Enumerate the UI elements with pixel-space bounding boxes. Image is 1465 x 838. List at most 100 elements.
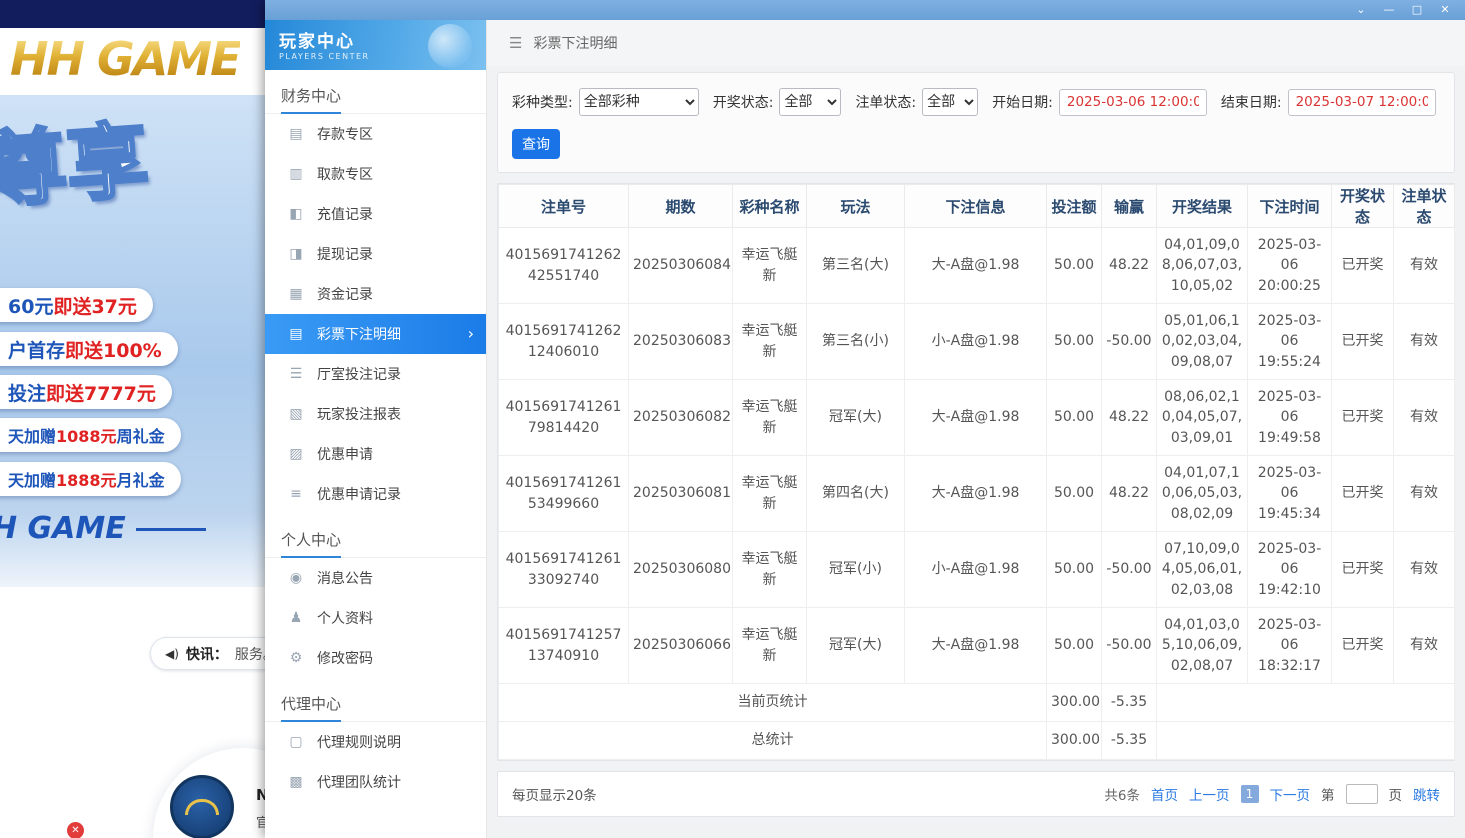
- sidebar-item-withdraw[interactable]: ▥ 取款专区: [265, 154, 486, 194]
- cell-bet-info: 小-A盘@1.98: [905, 532, 1047, 608]
- sidebar-item-deposit[interactable]: ▤ 存款专区: [265, 114, 486, 154]
- table-row: 401569174125713740910 20250306066 幸运飞艇新 …: [499, 608, 1455, 684]
- end-date-input[interactable]: [1288, 89, 1436, 116]
- team-logo: [170, 775, 234, 838]
- sidebar-item-label: 提现记录: [317, 244, 373, 264]
- sidebar-item-promo-apply[interactable]: ▨ 优惠申请: [265, 434, 486, 474]
- cell-order-status: 有效: [1394, 228, 1455, 304]
- maximize-button[interactable]: □: [1403, 1, 1431, 19]
- cell-win-loss: -50.00: [1102, 532, 1157, 608]
- total-count: 共6条: [1104, 784, 1140, 804]
- pill-highlight: 即送37元: [53, 292, 136, 319]
- cell-order-no: 401569174126212406010: [499, 304, 629, 380]
- first-page-link[interactable]: 首页: [1151, 784, 1178, 804]
- cell-result: 04,01,07,10,06,05,03,08,02,09: [1157, 456, 1248, 532]
- password-icon: ⚙: [287, 650, 305, 666]
- col-period: 期数: [629, 185, 733, 228]
- cell-amount: 50.00: [1047, 228, 1102, 304]
- main-content: ☰ 彩票下注明细 彩种类型: 全部彩种 开奖状态: 全部 注单状态:: [487, 20, 1465, 838]
- profile-icon: ♟: [287, 610, 305, 626]
- window-titlebar: ⌄ — □ ✕: [265, 0, 1465, 20]
- sidebar-item-promo-apply-records[interactable]: ≡ 优惠申请记录: [265, 474, 486, 514]
- sidebar-item-label: 厅室投注记录: [317, 364, 401, 384]
- promo-pill-bet-bonus[interactable]: 投注 即送7777元: [0, 375, 172, 409]
- minimize-button[interactable]: —: [1375, 1, 1403, 19]
- cell-bet-info: 大-A盘@1.98: [905, 228, 1047, 304]
- col-amount: 投注额: [1047, 185, 1102, 228]
- pill-text: 天加赠: [8, 423, 56, 447]
- start-date-input[interactable]: [1059, 89, 1207, 116]
- sidebar-item-label: 代理团队统计: [317, 772, 401, 792]
- sidebar-item-agent-team-stats[interactable]: ▩ 代理团队统计: [265, 762, 486, 802]
- cell-draw-status: 已开奖: [1332, 456, 1394, 532]
- next-page-link[interactable]: 下一页: [1270, 784, 1311, 804]
- promo-pill-deposit-bonus[interactable]: 60元 即送37元: [0, 288, 153, 322]
- sidebar-item-change-password[interactable]: ⚙ 修改密码: [265, 638, 486, 678]
- promo-pill-weekly-gift[interactable]: 天加赠1088元周礼金: [0, 418, 181, 452]
- promo-pill-monthly-gift[interactable]: 天加赠1888元月礼金: [0, 462, 181, 496]
- order-status-select[interactable]: 全部: [922, 88, 978, 116]
- cell-period: 20250306082: [629, 380, 733, 456]
- close-button[interactable]: ✕: [1431, 1, 1459, 19]
- sidebar-item-recharge-records[interactable]: ◧ 充值记录: [265, 194, 486, 234]
- sidebar-item-funds-records[interactable]: ▦ 资金记录: [265, 274, 486, 314]
- pill-suffix: 周礼金: [117, 423, 165, 447]
- col-order-status: 注单状态: [1394, 185, 1455, 228]
- cell-order-status: 有效: [1394, 608, 1455, 684]
- cell-draw-status: 已开奖: [1332, 608, 1394, 684]
- sidebar-item-hall-bet-records[interactable]: ☰ 厅室投注记录: [265, 354, 486, 394]
- lottery-type-select[interactable]: 全部彩种: [579, 88, 699, 116]
- page-size-text: 每页显示20条: [512, 784, 597, 804]
- cell-period: 20250306066: [629, 608, 733, 684]
- cell-draw-status: 已开奖: [1332, 532, 1394, 608]
- page-summary-row: 当前页统计 300.00 -5.35: [499, 684, 1455, 722]
- screen: HH GAME 尊享 60元 即送37元 户首存 即送100% 投注 即送777…: [0, 0, 1465, 838]
- sidebar-item-player-bet-report[interactable]: ▧ 玩家投注报表: [265, 394, 486, 434]
- cell-win-loss: 48.22: [1102, 228, 1157, 304]
- cell-win-loss: -50.00: [1102, 608, 1157, 684]
- col-play: 玩法: [807, 185, 905, 228]
- pill-suffix: 月礼金: [117, 467, 165, 491]
- prev-page-link[interactable]: 上一页: [1189, 784, 1230, 804]
- recharge-records-icon: ◧: [287, 206, 305, 222]
- cell-time: 2025-03-06 19:49:58: [1248, 380, 1332, 456]
- cell-time: 2025-03-06 19:55:24: [1248, 304, 1332, 380]
- page-header: ☰ 彩票下注明细: [487, 20, 1465, 66]
- jump-button[interactable]: 跳转: [1413, 784, 1440, 804]
- cell-lottery: 幸运飞艇新: [733, 304, 807, 380]
- sidebar-item-announcements[interactable]: ◉ 消息公告: [265, 558, 486, 598]
- sidebar-item-withdrawal-records[interactable]: ◨ 提现记录: [265, 234, 486, 274]
- col-bet-info: 下注信息: [905, 185, 1047, 228]
- col-result: 开奖结果: [1157, 185, 1248, 228]
- sidebar-item-lottery-bet-details[interactable]: ▤ 彩票下注明细 ›: [265, 314, 486, 354]
- sidebar-item-label: 存款专区: [317, 124, 373, 144]
- cell-period: 20250306083: [629, 304, 733, 380]
- close-banner-icon[interactable]: ✕: [67, 822, 84, 838]
- chevron-down-icon[interactable]: ⌄: [1347, 1, 1375, 19]
- promo-pill-first-deposit[interactable]: 户首存 即送100%: [0, 332, 178, 366]
- cell-result: 08,06,02,10,04,05,07,03,09,01: [1157, 380, 1248, 456]
- cell-order-no: 401569174125713740910: [499, 608, 629, 684]
- cell-amount: 50.00: [1047, 532, 1102, 608]
- section-title-agent: 代理中心: [265, 684, 486, 722]
- jump-page-input[interactable]: [1346, 784, 1378, 804]
- draw-status-select[interactable]: 全部: [779, 88, 841, 116]
- hamburger-menu-icon[interactable]: ☰: [509, 34, 522, 52]
- search-button[interactable]: 查询: [512, 129, 560, 159]
- deposit-icon: ▤: [287, 126, 305, 142]
- lottery-type-label: 彩种类型:: [512, 92, 573, 112]
- funds-records-icon: ▦: [287, 286, 305, 302]
- sidebar-item-agent-rules[interactable]: ▢ 代理规则说明: [265, 722, 486, 762]
- cell-amount: 50.00: [1047, 380, 1102, 456]
- withdrawal-records-icon: ◨: [287, 246, 305, 262]
- cell-amount: 50.00: [1047, 456, 1102, 532]
- bet-report-icon: ▧: [287, 406, 305, 422]
- cell-lottery: 幸运飞艇新: [733, 532, 807, 608]
- sidebar-item-profile[interactable]: ♟ 个人资料: [265, 598, 486, 638]
- promo-brand-logo: H GAME: [0, 511, 206, 546]
- col-draw-status: 开奖状态: [1332, 185, 1394, 228]
- current-page-badge[interactable]: 1: [1241, 785, 1259, 803]
- cell-play: 第三名(小): [807, 304, 905, 380]
- hall-bets-icon: ☰: [287, 366, 305, 382]
- table-row: 401569174126179814420 20250306082 幸运飞艇新 …: [499, 380, 1455, 456]
